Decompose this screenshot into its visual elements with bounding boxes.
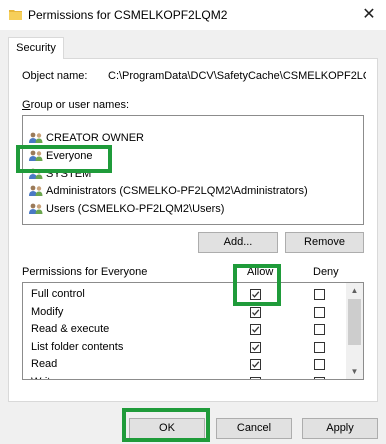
group-item-administrators[interactable]: Administrators (CSMELKO-PF2LQM2\Administ… (29, 182, 308, 200)
window-title: Permissions for CSMELKOPF2LQM2 (28, 8, 228, 22)
users-icon (29, 203, 43, 214)
deny-checkbox[interactable] (314, 324, 325, 335)
group-item-everyone[interactable]: Everyone (29, 147, 92, 165)
users-icon (29, 185, 43, 196)
deny-checkbox[interactable] (314, 376, 325, 379)
tab-security[interactable]: Security (8, 37, 64, 59)
allow-checkbox[interactable] (250, 306, 261, 318)
group-item-users[interactable]: Users (CSMELKO-PF2LQM2\Users) (29, 200, 224, 218)
allow-column-header: Allow (247, 266, 274, 278)
permission-name: Full control (31, 288, 85, 300)
permission-name: List folder contents (31, 340, 124, 353)
permission-row: Write (23, 374, 347, 380)
permission-row: Full control (23, 286, 347, 304)
allow-checkbox[interactable] (250, 376, 261, 379)
scroll-thumb[interactable] (348, 299, 361, 345)
ok-button[interactable]: OK (129, 418, 205, 439)
deny-checkbox[interactable] (314, 289, 325, 300)
object-name-value: C:\ProgramData\DCV\SafetyCache\CSMELKOPF… (108, 70, 366, 82)
group-item-label: SYSTEM (46, 168, 92, 180)
allow-checkbox[interactable] (250, 289, 261, 300)
group-item-label: Users (CSMELKO-PF2LQM2\Users) (46, 203, 225, 215)
group-item-creator[interactable]: CREATOR OWNER (29, 129, 144, 147)
permission-row: Read (23, 356, 347, 374)
users-icon (29, 132, 43, 143)
group-user-list[interactable]: CREATOR OWNER Everyone SYSTEM Administrator… (22, 115, 364, 225)
permissions-table: Write Read List folder contents Read & exec… (22, 282, 364, 380)
group-item-label: Everyone (46, 150, 93, 162)
permission-row: List folder contents (23, 339, 347, 357)
group-item-system[interactable]: SYSTEM (29, 165, 91, 183)
cancel-button[interactable]: Cancel (216, 418, 292, 439)
deny-checkbox[interactable] (314, 359, 325, 370)
group-names-label: Group or user names: (22, 99, 129, 111)
deny-checkbox[interactable] (314, 341, 325, 353)
folder-icon (9, 10, 22, 20)
users-icon (29, 150, 43, 161)
close-icon[interactable]: ✕ (358, 4, 380, 26)
add-button[interactable]: Add... (198, 232, 278, 253)
permission-name: Read & execute (31, 323, 110, 335)
group-item-label: CREATOR OWNER (46, 132, 144, 144)
tab-security-label: Security (16, 42, 56, 54)
object-name-label: Object name: (22, 70, 88, 82)
remove-button[interactable]: Remove (285, 232, 364, 253)
permissions-label: Permissions for Everyone (22, 266, 148, 278)
permission-name: Write (31, 376, 56, 380)
permission-row: Modify (23, 304, 347, 322)
deny-column-header: Deny (313, 266, 339, 278)
allow-checkbox[interactable] (250, 324, 261, 335)
permission-name: Modify (31, 305, 64, 318)
deny-checkbox[interactable] (314, 306, 325, 318)
permission-name: Read (31, 358, 58, 370)
group-item-label: Administrators (CSMELKO-PF2LQM2\Administ… (46, 185, 308, 197)
allow-checkbox[interactable] (250, 341, 261, 353)
permission-row: Read & execute (23, 321, 347, 339)
apply-button[interactable]: Apply (302, 418, 378, 439)
permissions-scrollbar[interactable]: ▲ ▼ (346, 283, 363, 379)
users-icon (29, 168, 43, 179)
scroll-down-icon[interactable]: ▼ (346, 364, 363, 379)
allow-checkbox[interactable] (250, 359, 261, 370)
group-names-label-rest: roup or user names: (30, 99, 129, 111)
scroll-up-icon[interactable]: ▲ (346, 283, 363, 298)
